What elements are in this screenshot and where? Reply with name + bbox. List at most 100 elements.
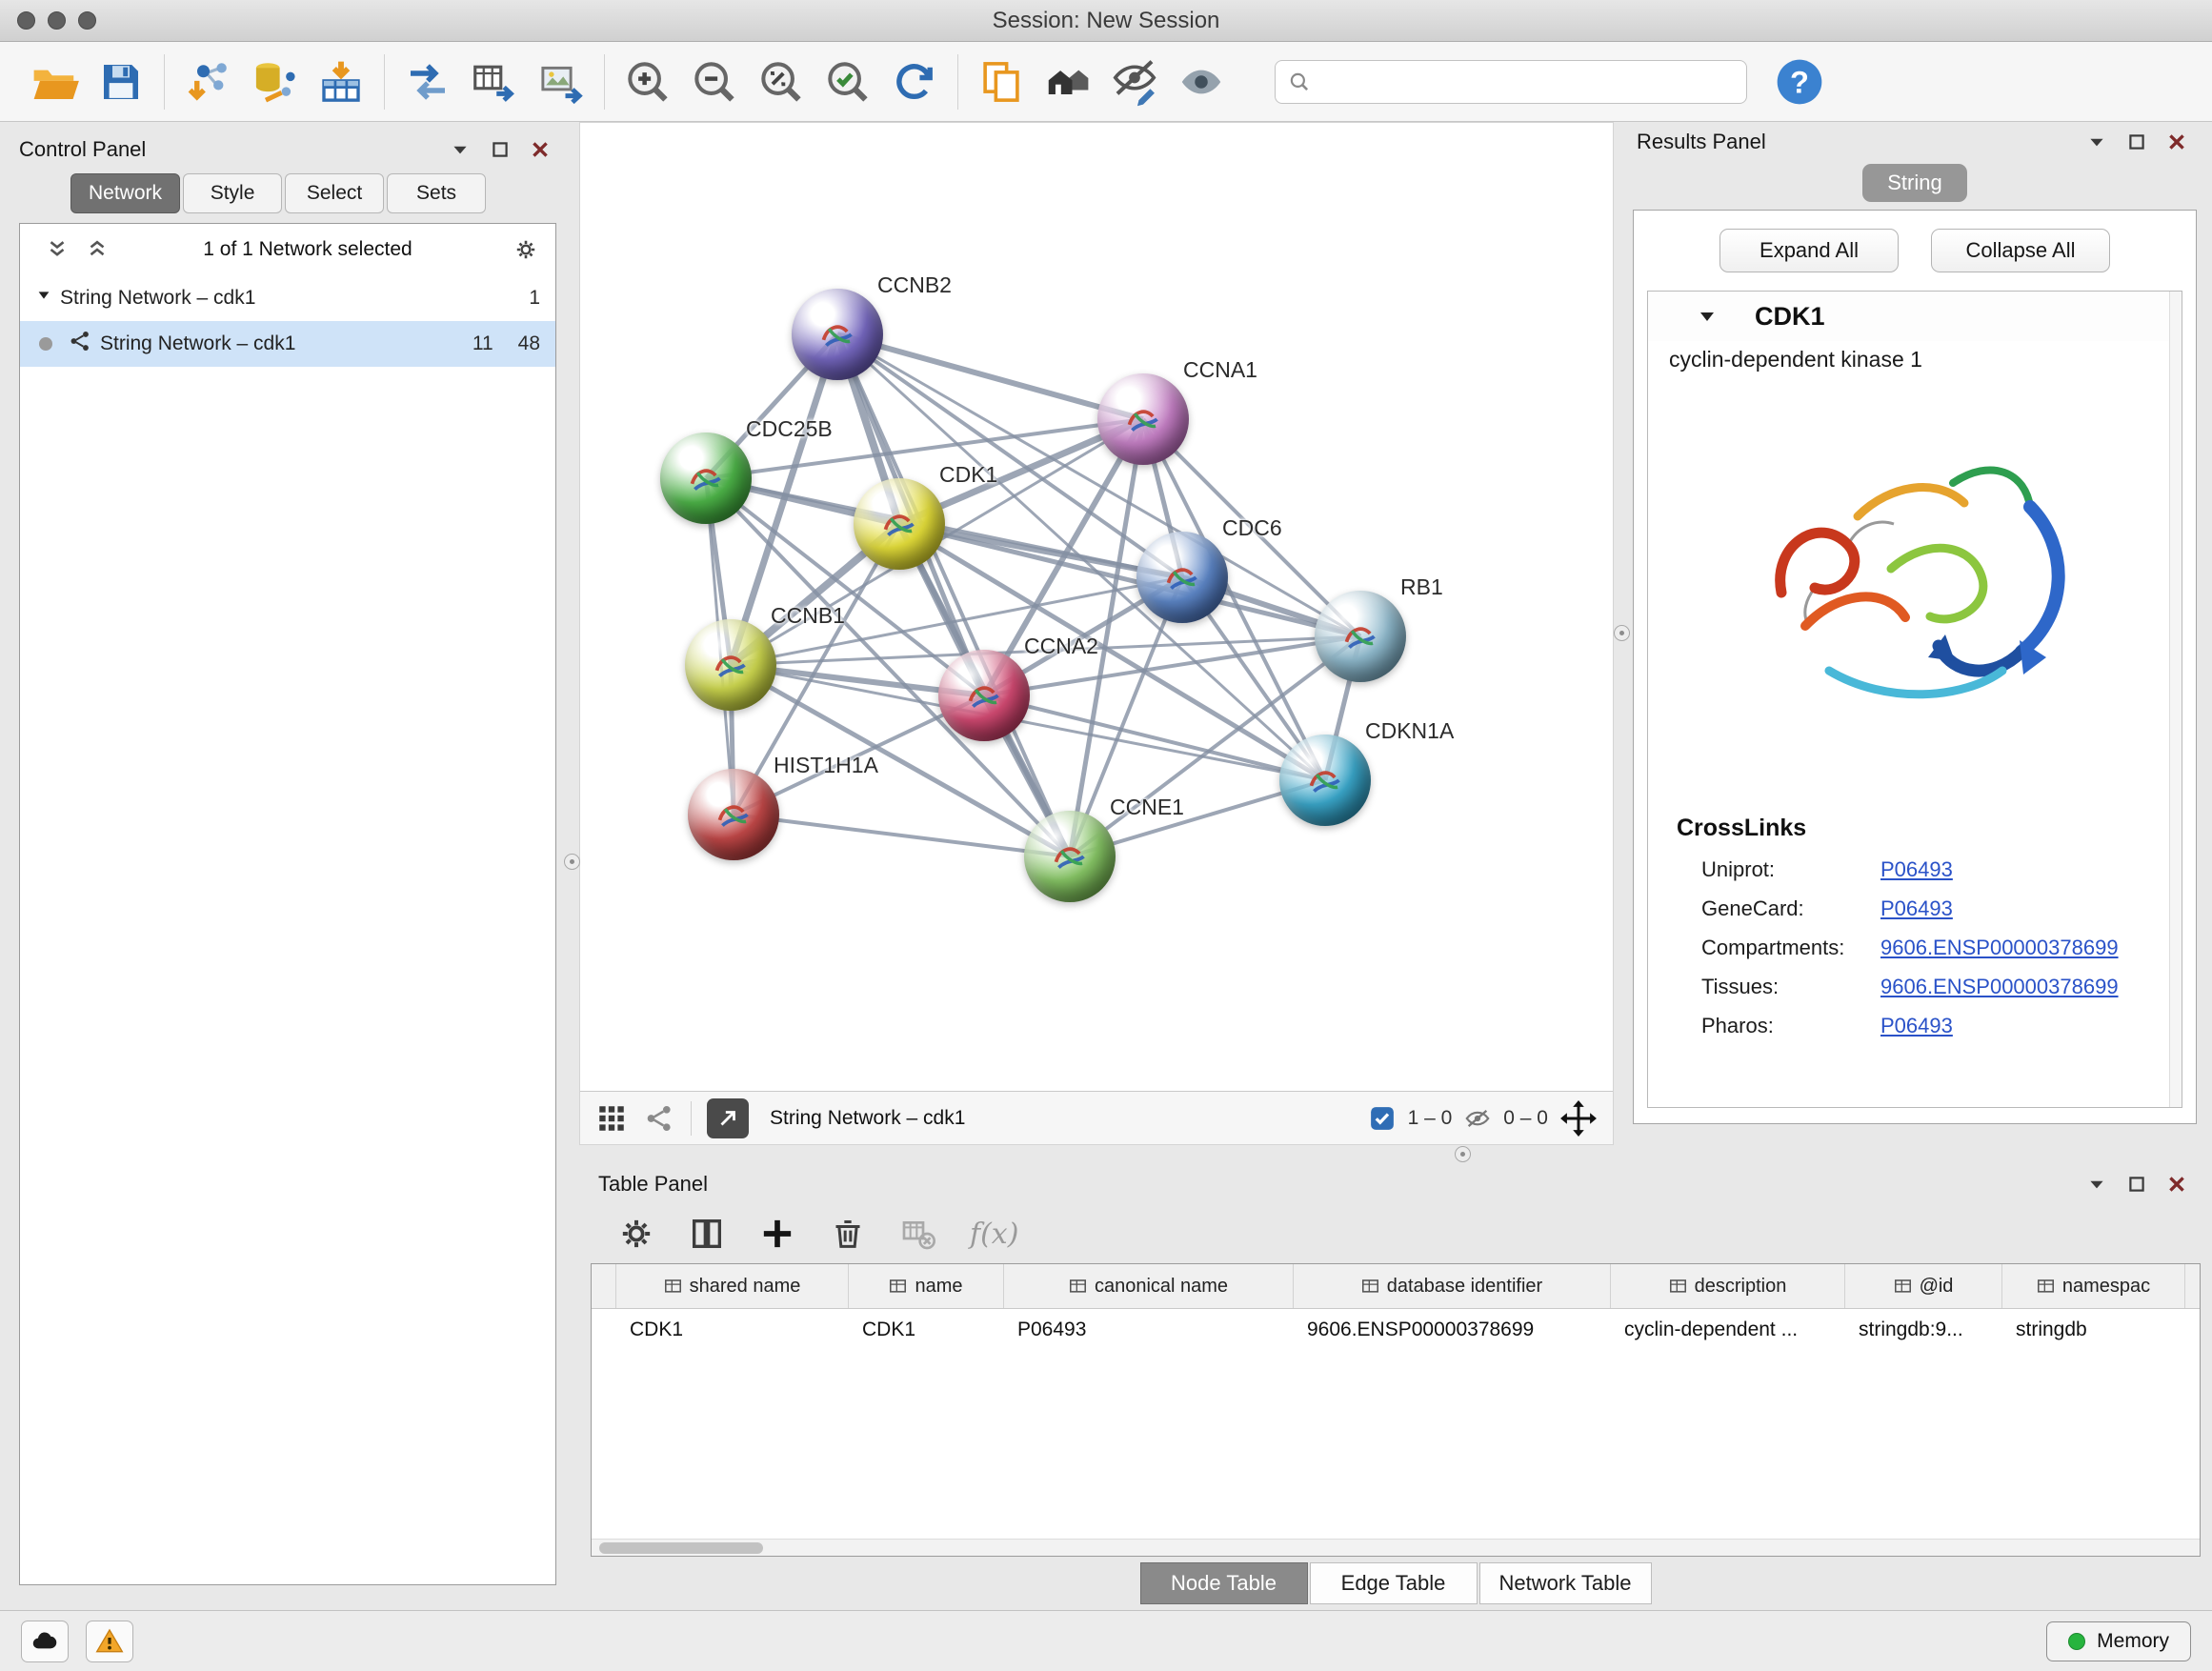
- tab-edge-table[interactable]: Edge Table: [1310, 1562, 1478, 1604]
- crosslink-link[interactable]: 9606.ENSP00000378699: [1880, 975, 2119, 999]
- clone-network-button[interactable]: [394, 50, 461, 114]
- memory-button[interactable]: Memory: [2046, 1621, 2191, 1661]
- cloud-status-button[interactable]: [21, 1621, 69, 1662]
- collapse-panel-button[interactable]: [2081, 128, 2113, 156]
- help-button[interactable]: ?: [1772, 54, 1827, 110]
- function-builder-button[interactable]: f(x): [970, 1218, 1018, 1251]
- hidden-eye-slash-icon[interactable]: [1463, 1104, 1492, 1133]
- network-node-cdkn1a[interactable]: [1279, 735, 1371, 826]
- tab-select[interactable]: Select: [285, 173, 384, 213]
- left-splitter[interactable]: [564, 122, 579, 1610]
- zoom-in-button[interactable]: [614, 50, 681, 114]
- network-node-ccnb1[interactable]: [685, 619, 776, 711]
- import-network-from-database-button[interactable]: [241, 50, 308, 114]
- clear-table-button[interactable]: [899, 1215, 937, 1253]
- collapse-panel-button[interactable]: [444, 135, 476, 164]
- minimize-window-button[interactable]: [48, 11, 66, 30]
- collapse-panel-button[interactable]: [2081, 1170, 2113, 1198]
- tab-style[interactable]: Style: [183, 173, 282, 213]
- close-window-button[interactable]: [17, 11, 35, 30]
- crosslink-link[interactable]: P06493: [1880, 896, 1953, 921]
- right-splitter[interactable]: [1614, 122, 1629, 1145]
- network-node-rb1[interactable]: [1315, 591, 1406, 682]
- zoom-window-button[interactable]: [78, 11, 96, 30]
- add-column-button[interactable]: [758, 1215, 796, 1253]
- table-cell[interactable]: 9606.ENSP00000378699: [1294, 1309, 1611, 1351]
- crosslink-link[interactable]: P06493: [1880, 1014, 1953, 1038]
- import-network-from-file-button[interactable]: [174, 50, 241, 114]
- column-header-shared-name[interactable]: shared name: [616, 1264, 849, 1308]
- table-splitter[interactable]: [579, 1145, 2201, 1164]
- float-panel-button[interactable]: [2121, 128, 2153, 156]
- export-image-button[interactable]: [528, 50, 594, 114]
- network-collection-row[interactable]: String Network – cdk1 1: [20, 275, 555, 321]
- network-view-mode-button[interactable]: [643, 1102, 675, 1135]
- import-table-from-file-button[interactable]: [308, 50, 374, 114]
- open-session-button[interactable]: [21, 50, 88, 114]
- network-node-cdk1[interactable]: [854, 478, 945, 570]
- table-cell[interactable]: CDK1: [616, 1309, 849, 1351]
- toolbar-search[interactable]: [1275, 60, 1747, 104]
- selected-checkbox-icon[interactable]: [1368, 1104, 1397, 1133]
- splitter-handle[interactable]: [1614, 625, 1630, 641]
- delete-column-button[interactable]: [829, 1215, 867, 1253]
- zoom-out-button[interactable]: [681, 50, 748, 114]
- network-node-ccna1[interactable]: [1097, 373, 1189, 465]
- copy-documents-button[interactable]: [968, 50, 1035, 114]
- column-header-description[interactable]: description: [1611, 1264, 1845, 1308]
- grid-view-button[interactable]: [595, 1102, 628, 1135]
- collapse-all-button[interactable]: [41, 235, 73, 264]
- refresh-view-button[interactable]: [881, 50, 948, 114]
- column-header-canonical-name[interactable]: canonical name: [1004, 1264, 1294, 1308]
- network-node-hist1h1a[interactable]: [688, 769, 779, 860]
- column-header-namespac[interactable]: namespac: [2002, 1264, 2185, 1308]
- zoom-fit-button[interactable]: [748, 50, 814, 114]
- column-header--id[interactable]: @id: [1845, 1264, 2002, 1308]
- close-panel-button[interactable]: [2161, 1170, 2193, 1198]
- float-panel-button[interactable]: [484, 135, 516, 164]
- network-node-cdc6[interactable]: [1136, 532, 1228, 623]
- results-scrollbar[interactable]: [2169, 292, 2182, 1107]
- network-options-button[interactable]: [510, 235, 542, 264]
- tab-network[interactable]: Network: [70, 173, 180, 213]
- network-node-ccne1[interactable]: [1024, 811, 1116, 902]
- column-header-database-identifier[interactable]: database identifier: [1294, 1264, 1611, 1308]
- table-cell[interactable]: P06493: [1004, 1309, 1294, 1351]
- network-edges-svg[interactable]: [580, 123, 1613, 1091]
- tab-network-table[interactable]: Network Table: [1479, 1562, 1652, 1604]
- expand-all-button[interactable]: [81, 235, 113, 264]
- expand-all-button[interactable]: Expand All: [1719, 229, 1899, 272]
- table-cell[interactable]: stringdb: [2002, 1309, 2185, 1351]
- tree-expand-caret-icon[interactable]: [35, 287, 52, 310]
- birdseye-view-button[interactable]: [707, 1098, 749, 1138]
- splitter-handle[interactable]: [564, 854, 580, 870]
- tab-sets[interactable]: Sets: [387, 173, 486, 213]
- network-node-ccna2[interactable]: [938, 650, 1030, 741]
- show-annotations-button[interactable]: [1168, 50, 1235, 114]
- close-panel-button[interactable]: [524, 135, 556, 164]
- warnings-button[interactable]: [86, 1621, 133, 1662]
- splitter-handle[interactable]: [1455, 1146, 1471, 1162]
- pan-network-button[interactable]: [1559, 1099, 1598, 1137]
- network-node-ccnb2[interactable]: [792, 289, 883, 380]
- hide-annotations-button[interactable]: [1101, 50, 1168, 114]
- table-options-button[interactable]: [617, 1215, 655, 1253]
- zoom-selected-button[interactable]: [814, 50, 881, 114]
- show-all-networks-button[interactable]: [1035, 50, 1101, 114]
- column-header-name[interactable]: name: [849, 1264, 1004, 1308]
- crosslink-link[interactable]: 9606.ENSP00000378699: [1880, 936, 2119, 960]
- export-table-button[interactable]: [461, 50, 528, 114]
- tab-node-table[interactable]: Node Table: [1140, 1562, 1308, 1604]
- tab-string[interactable]: String: [1862, 164, 1966, 202]
- network-node-cdc25b[interactable]: [660, 433, 752, 524]
- table-row[interactable]: CDK1CDK1P064939606.ENSP00000378699cyclin…: [592, 1309, 2200, 1351]
- collapse-all-button[interactable]: Collapse All: [1931, 229, 2110, 272]
- network-item-row[interactable]: String Network – cdk1 11 48: [20, 321, 555, 367]
- protein-section-header[interactable]: CDK1: [1648, 292, 2182, 341]
- show-columns-button[interactable]: [688, 1215, 726, 1253]
- float-panel-button[interactable]: [2121, 1170, 2153, 1198]
- scrollbar-thumb[interactable]: [599, 1542, 763, 1554]
- table-cell[interactable]: stringdb:9...: [1845, 1309, 2002, 1351]
- table-cell[interactable]: cyclin-dependent ...: [1611, 1309, 1845, 1351]
- crosslink-link[interactable]: P06493: [1880, 857, 1953, 882]
